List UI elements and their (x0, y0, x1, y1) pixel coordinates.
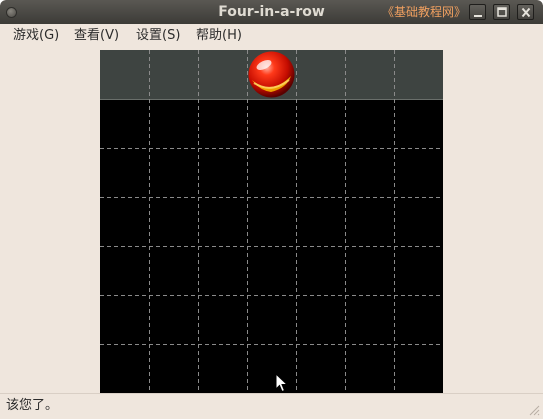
menu-bar: 游戏(G) 查看(V) 设置(S) 帮助(H) (0, 24, 543, 48)
menu-game[interactable]: 游戏(G) (13, 28, 59, 44)
game-board[interactable] (100, 50, 443, 393)
minimize-icon (474, 15, 482, 17)
minimize-button[interactable] (469, 4, 486, 20)
board-grid (100, 50, 443, 393)
menu-help[interactable]: 帮助(H) (196, 28, 242, 44)
mouse-pointer-icon (275, 373, 289, 393)
title-bar[interactable]: Four-in-a-row 《基础教程网》 (0, 0, 543, 24)
resize-grip-icon[interactable] (528, 404, 540, 416)
close-icon (521, 7, 531, 18)
maximize-button[interactable] (493, 4, 510, 20)
menu-settings[interactable]: 设置(S) (136, 28, 180, 44)
close-button[interactable] (517, 4, 534, 20)
app-window: Four-in-a-row 《基础教程网》 游戏(G) 查看(V) 设置(S) … (0, 0, 543, 419)
red-piece-icon[interactable] (247, 50, 296, 99)
status-message: 该您了。 (6, 398, 59, 413)
watermark-text: 《基础教程网》 (381, 5, 466, 19)
maximize-icon (497, 7, 507, 17)
menu-view[interactable]: 查看(V) (74, 28, 119, 44)
status-bar: 该您了。 (0, 393, 543, 419)
